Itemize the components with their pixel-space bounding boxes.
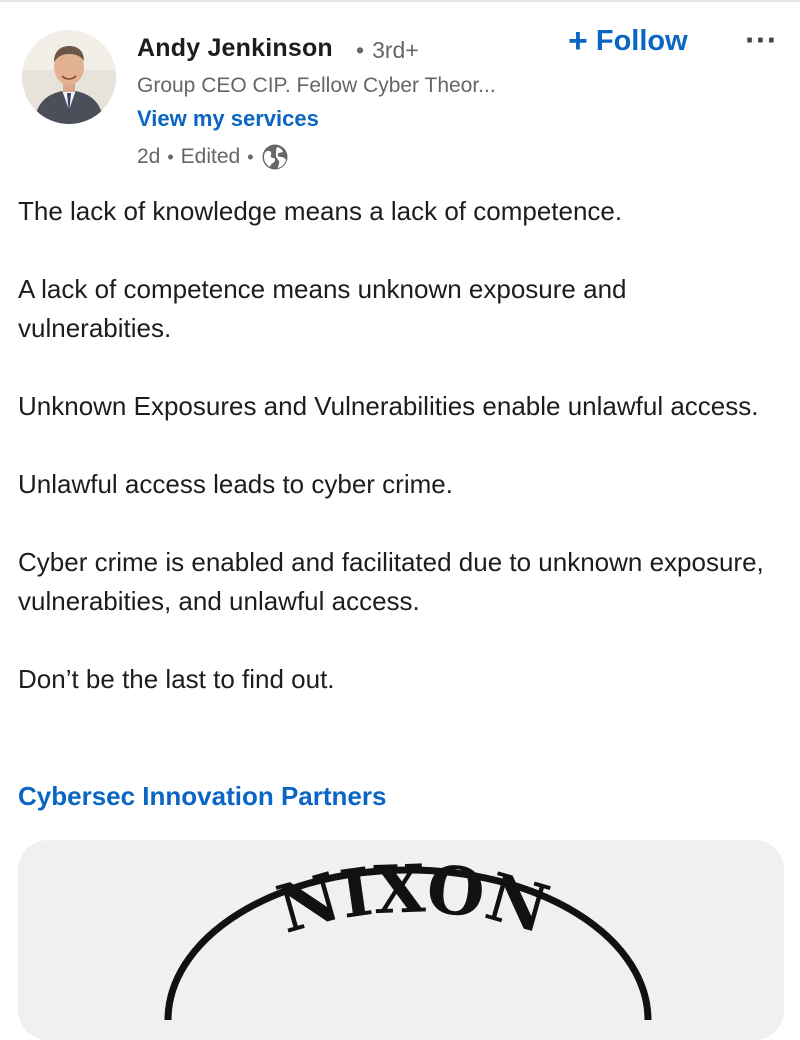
follow-button[interactable]: + Follow (568, 24, 688, 58)
post-body: The lack of knowledge means a lack of co… (18, 192, 778, 738)
ellipsis-icon: ··· (744, 26, 778, 56)
post-paragraph: A lack of competence means unknown expos… (18, 274, 627, 343)
connection-degree: • 3rd+ (356, 37, 419, 64)
post-paragraph: Unlawful access leads to cyber crime. (18, 469, 453, 499)
post-image[interactable]: NIXON (18, 840, 784, 1040)
post-paragraph: Cyber crime is enabled and facilitated d… (18, 547, 764, 616)
profile-photo-icon (22, 30, 116, 124)
post-age: 2d (137, 145, 161, 168)
plus-icon: + (568, 22, 588, 60)
follow-label: Follow (595, 24, 688, 57)
post-header: Andy Jenkinson • 3rd+ Group CEO CIP. Fell… (0, 0, 800, 180)
separator-dot: • (356, 37, 365, 63)
company-mention-link[interactable]: Cybersec Innovation Partners (18, 781, 386, 812)
edited-label: Edited (180, 145, 241, 168)
view-services-link[interactable]: View my services (137, 106, 319, 132)
post-paragraph: The lack of knowledge means a lack of co… (18, 196, 623, 226)
nixon-logo-image: NIXON (164, 849, 652, 1021)
logo-text: NIXON (269, 849, 557, 948)
more-options-button[interactable]: ··· (744, 26, 778, 56)
degree-label: 3rd+ (372, 37, 419, 63)
post-meta: 2d • Edited • (137, 142, 289, 172)
svg-text:NIXON: NIXON (269, 849, 557, 948)
author-name[interactable]: Andy Jenkinson (137, 34, 333, 63)
separator-dot: • (167, 146, 174, 167)
author-headline: Group CEO CIP. Fellow Cyber Theor... (137, 74, 496, 97)
post-paragraph: Don’t be the last to find out. (18, 664, 335, 694)
post-paragraph: Unknown Exposures and Vulnerabilities en… (18, 391, 759, 421)
separator-dot: • (247, 146, 254, 167)
author-avatar[interactable] (22, 30, 116, 124)
globe-icon (261, 143, 289, 171)
